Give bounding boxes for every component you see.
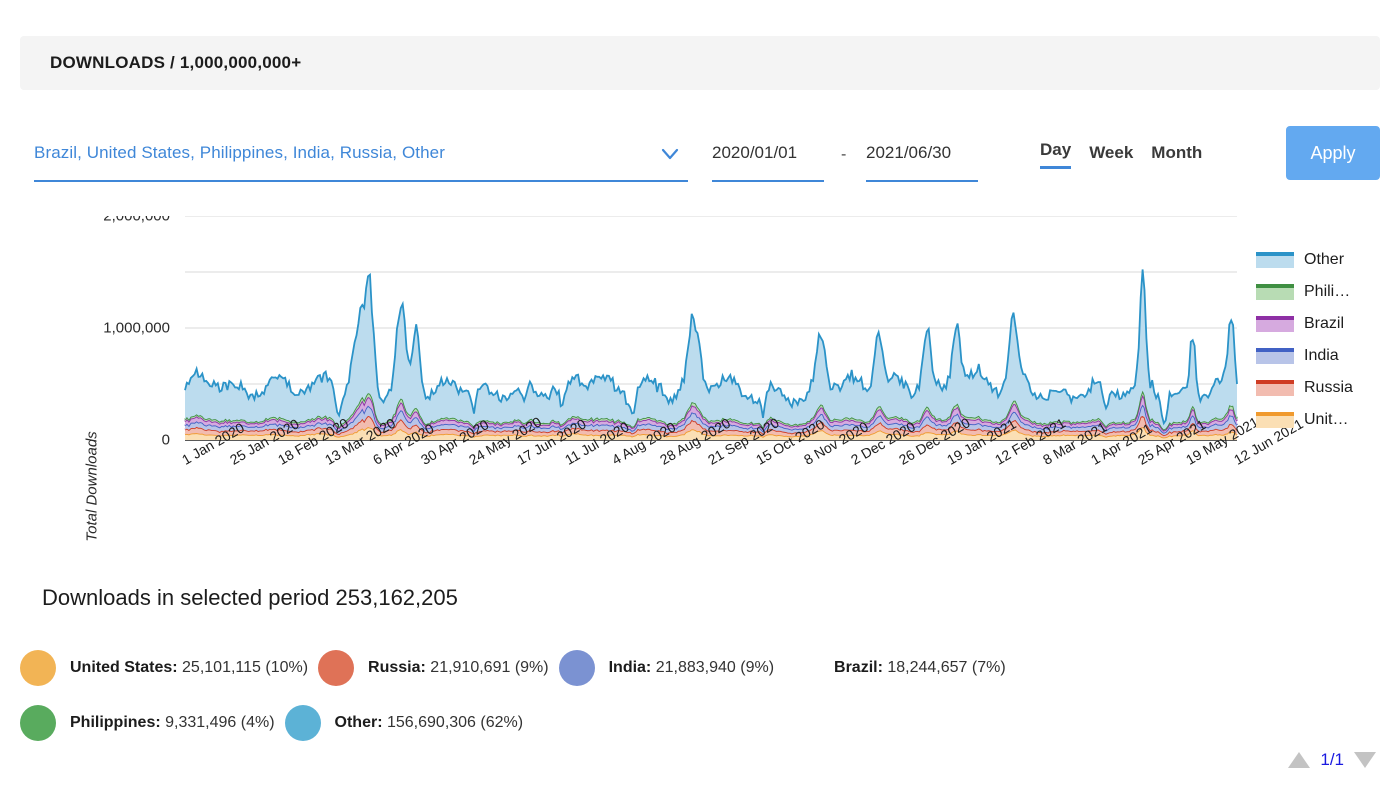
downloads-chart: Total Downloads 01,000,0002,000,000 1 Ja… <box>0 208 1400 550</box>
pagination: 1/1 <box>1288 750 1376 770</box>
page-title: DOWNLOADS / 1,000,000,000+ <box>50 53 302 72</box>
legend-item-label: India <box>1304 347 1339 364</box>
country-stat-text: United States: 25,101,115 (10%) <box>70 658 309 676</box>
country-stat-text: Philippines: 9,331,496 (4%) <box>70 713 275 731</box>
country-color-dot <box>318 649 355 686</box>
country-color-dot <box>284 704 321 741</box>
legend-item-label: Unit… <box>1304 411 1349 428</box>
chevron-down-icon[interactable] <box>660 144 680 164</box>
legend-color-swatch <box>1256 252 1294 268</box>
legend-color-swatch <box>1256 412 1294 428</box>
country-stat-text: Brazil: 18,244,657 (7%) <box>834 658 1006 676</box>
legend-item-label: Brazil <box>1304 315 1345 332</box>
date-range-separator: - <box>841 146 847 163</box>
chart-legend: Other Phili… Brazil India Russia Unit… <box>1256 244 1396 436</box>
country-color-dot <box>558 649 595 686</box>
country-stat-text: Russia: 21,910,691 (9%) <box>368 658 549 676</box>
country-stat-text: India: 21,883,940 (9%) <box>608 658 775 676</box>
granularity-tab-week[interactable]: Week <box>1089 143 1133 169</box>
legend-item-label: Other <box>1304 251 1345 268</box>
plot-top-mask <box>0 210 1400 216</box>
chart-legend-item[interactable]: Other <box>1256 244 1396 276</box>
section-header: DOWNLOADS / 1,000,000,000+ <box>20 36 1380 90</box>
start-date-input[interactable]: 2020/01/01 <box>712 126 824 182</box>
legend-color-swatch <box>1256 380 1294 396</box>
chart-legend-item[interactable]: India <box>1256 340 1396 372</box>
granularity-tabs: Day Week Month <box>1040 140 1202 169</box>
legend-item-label: Phili… <box>1304 283 1351 300</box>
chart-legend-item[interactable]: Brazil <box>1256 308 1396 340</box>
chart-legend-item[interactable]: Phili… <box>1256 276 1396 308</box>
legend-color-swatch <box>1256 316 1294 332</box>
country-stat[interactable]: Brazil: 18,244,657 (7%) <box>784 650 1006 686</box>
legend-color-swatch <box>1256 348 1294 364</box>
apply-button[interactable]: Apply <box>1286 126 1380 180</box>
triangle-down-icon[interactable] <box>1354 752 1376 768</box>
legend-color-swatch <box>1256 284 1294 300</box>
filter-toolbar: Brazil, United States, Philippines, Indi… <box>0 126 1400 190</box>
country-multiselect[interactable]: Brazil, United States, Philippines, Indi… <box>34 126 688 182</box>
country-stat[interactable]: Other: 156,690,306 (62%) <box>284 704 524 741</box>
granularity-tab-month[interactable]: Month <box>1151 143 1202 169</box>
country-stats-row: United States: 25,101,115 (10%) Russia: 2… <box>20 640 1380 695</box>
country-multiselect-value: Brazil, United States, Philippines, Indi… <box>34 143 445 162</box>
summary-title: Downloads in selected period 253,162,205 <box>42 585 458 610</box>
chart-legend-item[interactable]: Russia <box>1256 372 1396 404</box>
granularity-tab-day[interactable]: Day <box>1040 140 1072 169</box>
country-stats-list: United States: 25,101,115 (10%) Russia: 2… <box>20 640 1380 750</box>
x-axis-ticks: 1 Jan 2020 25 Jan 2020 18 Feb 2020 13 Mar 2… <box>0 414 1400 558</box>
chart-area-other <box>185 269 1237 430</box>
chart-legend-item[interactable]: Unit… <box>1256 404 1396 436</box>
country-stat[interactable]: United States: 25,101,115 (10%) <box>20 649 309 686</box>
country-stats-row: Philippines: 9,331,496 (4%) Other: 156,69… <box>20 695 1380 750</box>
country-stat-text: Other: 156,690,306 (62%) <box>334 713 524 731</box>
end-date-input[interactable]: 2021/06/30 <box>866 126 978 182</box>
country-color-dot <box>784 650 820 686</box>
country-stat[interactable]: India: 21,883,940 (9%) <box>558 649 775 686</box>
page-indicator: 1/1 <box>1320 750 1344 769</box>
country-stat[interactable]: Russia: 21,910,691 (9%) <box>318 649 549 686</box>
triangle-up-icon[interactable] <box>1288 752 1311 768</box>
country-color-dot <box>20 704 56 741</box>
country-stat[interactable]: Philippines: 9,331,496 (4%) <box>20 704 275 741</box>
legend-item-label: Russia <box>1304 379 1353 396</box>
country-color-dot <box>20 649 56 686</box>
